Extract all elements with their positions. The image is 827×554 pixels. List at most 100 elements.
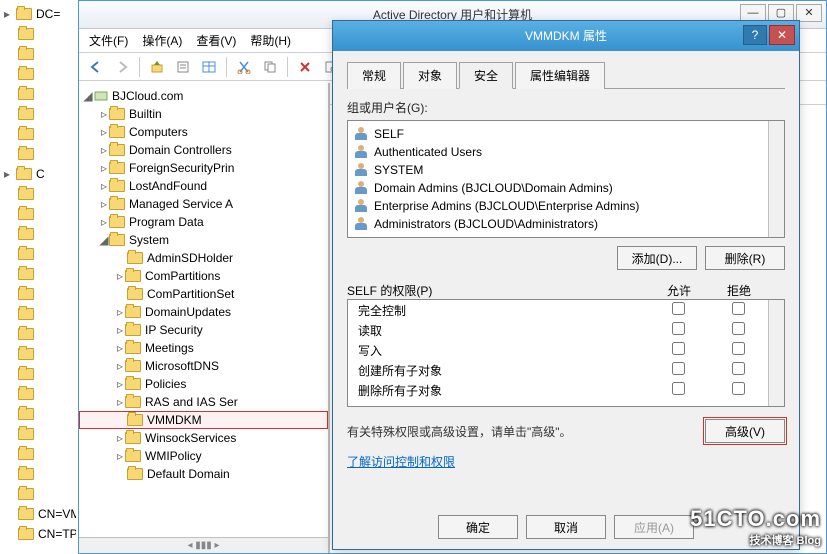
advanced-button[interactable]: 高级(V) bbox=[705, 419, 785, 443]
menu-action[interactable]: 操作(A) bbox=[142, 32, 182, 49]
tree-item[interactable]: DomainUpdates bbox=[145, 305, 231, 319]
tree-item[interactable]: MicrosoftDNS bbox=[145, 359, 219, 373]
folder-icon bbox=[18, 508, 34, 520]
folder-icon bbox=[18, 428, 34, 440]
help-button[interactable]: ? bbox=[743, 25, 767, 45]
tab-object[interactable]: 对象 bbox=[403, 62, 457, 89]
cancel-button[interactable]: 取消 bbox=[526, 515, 606, 539]
allow-checkbox[interactable] bbox=[672, 362, 685, 375]
watermark: 51CTO.com 技术博客 Blog bbox=[690, 506, 821, 548]
vertical-scrollbar[interactable] bbox=[768, 300, 784, 406]
expand-icon[interactable]: ▹ bbox=[115, 323, 125, 337]
apply-button[interactable]: 应用(A) bbox=[614, 515, 694, 539]
tab-general[interactable]: 常规 bbox=[347, 62, 401, 89]
users-listbox[interactable]: SELF Authenticated Users SYSTEM Domain A… bbox=[347, 120, 785, 238]
tree-item[interactable]: WMIPolicy bbox=[145, 449, 202, 463]
back-icon[interactable] bbox=[85, 56, 107, 78]
tree-item[interactable]: Computers bbox=[129, 125, 188, 139]
expand-icon[interactable]: ▹ bbox=[99, 197, 109, 211]
tree-item[interactable]: IP Security bbox=[145, 323, 203, 337]
expand-icon[interactable]: ▹ bbox=[99, 125, 109, 139]
deny-checkbox[interactable] bbox=[732, 342, 745, 355]
remove-button[interactable]: 删除(R) bbox=[705, 246, 785, 270]
perm-label: 创建所有子对象 bbox=[358, 362, 648, 379]
expand-icon[interactable]: ▹ bbox=[115, 449, 125, 463]
allow-checkbox[interactable] bbox=[672, 382, 685, 395]
allow-checkbox[interactable] bbox=[672, 302, 685, 315]
collapse-icon[interactable]: ◢ bbox=[83, 89, 93, 103]
tree-root[interactable]: BJCloud.com bbox=[112, 89, 183, 103]
menu-view[interactable]: 查看(V) bbox=[196, 32, 236, 49]
tree-item[interactable]: Builtin bbox=[129, 107, 162, 121]
tree-item[interactable]: Meetings bbox=[145, 341, 194, 355]
expand-icon[interactable]: ▸ bbox=[2, 7, 12, 21]
dialog-title-bar[interactable]: VMMDKM 属性 ? ✕ bbox=[333, 21, 799, 51]
ok-button[interactable]: 确定 bbox=[438, 515, 518, 539]
folder-icon bbox=[18, 128, 34, 140]
menu-help[interactable]: 帮助(H) bbox=[250, 32, 291, 49]
folder-icon bbox=[18, 468, 34, 480]
deny-checkbox[interactable] bbox=[732, 382, 745, 395]
delete-icon[interactable] bbox=[294, 56, 316, 78]
tree-item-system[interactable]: System bbox=[129, 233, 169, 247]
tree-item[interactable]: ComPartitionSet bbox=[147, 287, 234, 301]
properties-icon[interactable] bbox=[172, 56, 194, 78]
properties-dialog: VMMDKM 属性 ? ✕ 常规 对象 安全 属性编辑器 组或用户名(G): S… bbox=[332, 20, 800, 550]
tree-item[interactable]: ForeignSecurityPrin bbox=[129, 161, 234, 175]
allow-column-header: 允许 bbox=[649, 282, 709, 299]
expand-icon[interactable]: ▹ bbox=[99, 215, 109, 229]
tree-item[interactable]: Managed Service A bbox=[129, 197, 233, 211]
folder-icon bbox=[18, 388, 34, 400]
table-icon[interactable] bbox=[198, 56, 220, 78]
expand-icon[interactable]: ▹ bbox=[115, 395, 125, 409]
menu-file[interactable]: 文件(F) bbox=[89, 32, 128, 49]
nav-tree[interactable]: ◢ BJCloud.com ▹ Builtin ▹ Computers ▹ Domain… bbox=[79, 83, 329, 553]
tree-item[interactable]: AdminSDHolder bbox=[147, 251, 233, 265]
tree-item[interactable]: Default Domain bbox=[147, 467, 230, 481]
up-icon[interactable] bbox=[146, 56, 168, 78]
expand-icon[interactable]: ▹ bbox=[115, 305, 125, 319]
expand-icon[interactable]: ▹ bbox=[99, 107, 109, 121]
folder-icon bbox=[18, 88, 34, 100]
folder-icon bbox=[18, 328, 34, 340]
collapse-icon[interactable]: ◢ bbox=[99, 233, 109, 247]
tree-item[interactable]: Policies bbox=[145, 377, 186, 391]
allow-checkbox[interactable] bbox=[672, 322, 685, 335]
copy-icon[interactable] bbox=[259, 56, 281, 78]
expand-icon[interactable]: ▹ bbox=[115, 431, 125, 445]
expand-icon[interactable]: ▹ bbox=[115, 341, 125, 355]
tree-item[interactable]: WinsockServices bbox=[145, 431, 236, 445]
close-button[interactable]: ✕ bbox=[769, 25, 795, 45]
user-icon bbox=[354, 127, 368, 141]
expand-icon[interactable]: ▹ bbox=[99, 179, 109, 193]
learn-more-link[interactable]: 了解访问控制和权限 bbox=[347, 453, 455, 470]
vertical-scrollbar[interactable] bbox=[768, 121, 784, 237]
tree-item[interactable]: Domain Controllers bbox=[129, 143, 232, 157]
tree-item[interactable]: RAS and IAS Ser bbox=[145, 395, 238, 409]
tab-strip: 常规 对象 安全 属性编辑器 bbox=[347, 61, 785, 89]
folder-icon bbox=[127, 468, 143, 480]
deny-checkbox[interactable] bbox=[732, 322, 745, 335]
tab-attribute-editor[interactable]: 属性编辑器 bbox=[515, 62, 605, 89]
tree-item[interactable]: LostAndFound bbox=[129, 179, 207, 193]
tree-item[interactable]: Program Data bbox=[129, 215, 204, 229]
allow-checkbox[interactable] bbox=[672, 342, 685, 355]
expand-icon[interactable]: ▹ bbox=[99, 143, 109, 157]
tree-item[interactable]: ComPartitions bbox=[145, 269, 220, 283]
expand-icon[interactable]: ▹ bbox=[99, 161, 109, 175]
perm-label: 完全控制 bbox=[358, 302, 648, 319]
add-button[interactable]: 添加(D)... bbox=[617, 246, 697, 270]
permissions-listbox[interactable]: 完全控制 读取 写入 创建所有子对象 删除所有子对象 bbox=[347, 299, 785, 407]
expand-icon[interactable]: ▹ bbox=[115, 359, 125, 373]
deny-checkbox[interactable] bbox=[732, 302, 745, 315]
tab-security[interactable]: 安全 bbox=[459, 62, 513, 89]
expand-icon[interactable]: ▸ bbox=[2, 167, 12, 181]
expand-icon[interactable]: ▹ bbox=[115, 377, 125, 391]
folder-icon bbox=[109, 108, 125, 120]
cut-icon[interactable] bbox=[233, 56, 255, 78]
forward-icon[interactable] bbox=[111, 56, 133, 78]
deny-checkbox[interactable] bbox=[732, 362, 745, 375]
tree-item-selected[interactable]: VMMDKM bbox=[147, 413, 202, 427]
horizontal-scrollbar[interactable]: ◂ ▮▮▮ ▸ bbox=[79, 537, 328, 553]
expand-icon[interactable]: ▹ bbox=[115, 269, 125, 283]
